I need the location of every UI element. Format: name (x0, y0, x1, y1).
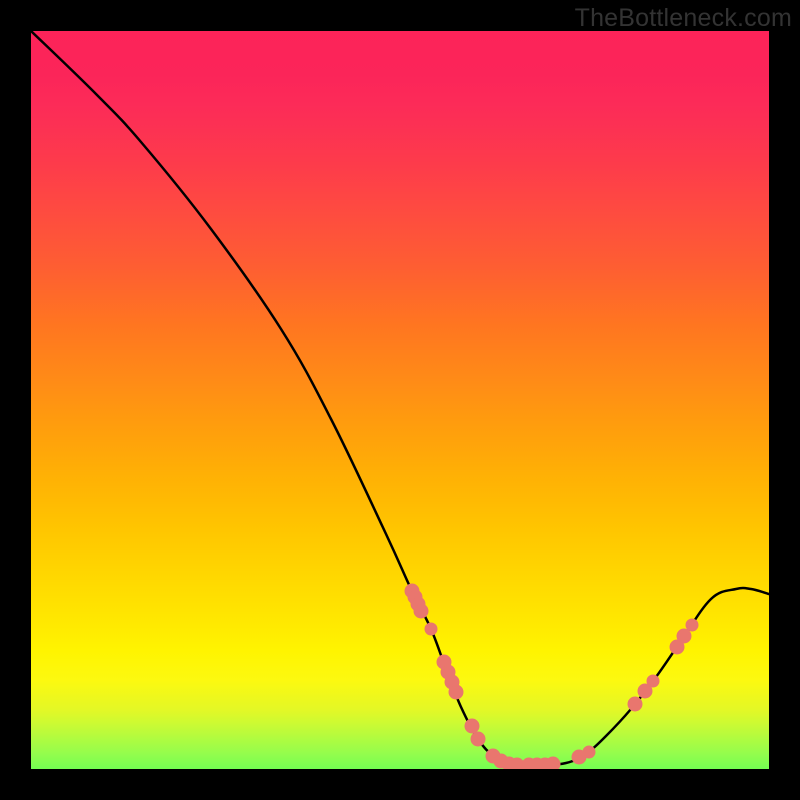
watermark-text: TheBottleneck.com (575, 4, 792, 33)
curve-marker (686, 619, 698, 631)
curve-marker (628, 697, 642, 711)
bottleneck-curve (31, 31, 769, 766)
curve-marker (425, 623, 437, 635)
curve-marker (414, 604, 428, 618)
curve-marker (647, 675, 659, 687)
curve-marker (677, 629, 691, 643)
curve-marker (583, 746, 595, 758)
curve-layer (31, 31, 769, 769)
plot-area (31, 31, 769, 769)
curve-markers (405, 584, 698, 769)
curve-marker (471, 732, 485, 746)
curve-marker (465, 719, 479, 733)
curve-marker (449, 685, 463, 699)
chart-stage: TheBottleneck.com (0, 0, 800, 800)
curve-marker (546, 757, 560, 769)
